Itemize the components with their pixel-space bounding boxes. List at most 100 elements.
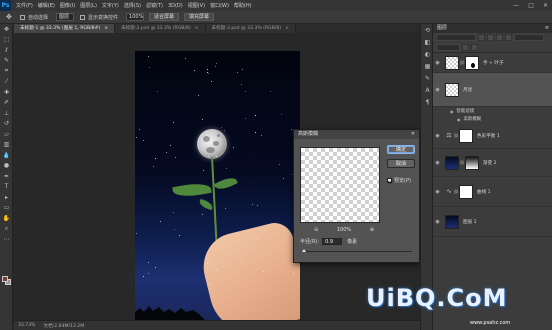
stamp-tool-icon[interactable]: ⊥: [0, 108, 13, 119]
visibility-eye-icon[interactable]: ◉: [433, 219, 442, 225]
menu-image[interactable]: 图像(I): [60, 2, 75, 9]
quick-select-tool-icon[interactable]: ✎: [0, 56, 13, 67]
layer-name[interactable]: 图层 1: [463, 219, 477, 225]
marquee-tool-icon[interactable]: ⬚: [0, 35, 13, 46]
preview-checkbox-row[interactable]: 预览(P): [387, 177, 411, 184]
menu-filter[interactable]: 滤镜(T): [146, 2, 163, 9]
menu-type[interactable]: 文字(Y): [102, 2, 119, 9]
layer-mask-thumbnail[interactable]: [459, 184, 473, 199]
healing-tool-icon[interactable]: ✚: [0, 87, 13, 98]
tab-document-3[interactable]: 未标题-3.psd @ 33.3% (RGB/8) ×: [205, 24, 296, 33]
menu-file[interactable]: 文件(F): [16, 2, 33, 9]
move-tool-icon[interactable]: ✥: [6, 13, 14, 21]
history-brush-tool-icon[interactable]: ↺: [0, 119, 13, 130]
layer-row[interactable]: ◉ ∿ ⛓ 曲线 1: [433, 177, 552, 207]
maximize-icon[interactable]: □: [528, 2, 534, 9]
lock-pixels-icon[interactable]: [471, 43, 478, 51]
layer-name[interactable]: 手 + 叶子: [483, 60, 504, 66]
layer-name[interactable]: 月亮: [463, 87, 472, 93]
zoom-tool-icon[interactable]: ⌕: [0, 224, 13, 235]
visibility-eye-icon[interactable]: ◉: [433, 133, 442, 139]
filter-type-icon[interactable]: [496, 34, 503, 42]
ok-button[interactable]: 确定: [387, 145, 415, 154]
panel-menu-icon[interactable]: ≡: [545, 24, 549, 33]
smart-filters-row[interactable]: ◉ 智能滤镜: [433, 107, 552, 115]
layers-panel-title[interactable]: 图层: [437, 25, 447, 31]
layer-row[interactable]: ◉ ⚖ ⛓ 色彩平衡 1: [433, 123, 552, 149]
move-tool-icon[interactable]: ✥: [0, 24, 13, 35]
radius-input[interactable]: 0.9: [322, 238, 343, 245]
brush-tool-icon[interactable]: ✐: [0, 98, 13, 109]
filter-shape-icon[interactable]: [505, 34, 512, 42]
menu-window[interactable]: 窗口(W): [210, 2, 229, 9]
visibility-eye-icon[interactable]: ◉: [433, 60, 442, 66]
dodge-tool-icon[interactable]: ●: [0, 161, 13, 172]
cancel-button[interactable]: 取消: [387, 159, 415, 168]
tab-document-1[interactable]: 未标题-1 @ 33.3% (图层 1, RGB/8#) ×: [14, 24, 116, 33]
layer-mask-thumbnail[interactable]: [459, 128, 473, 143]
gaussian-blur-filter-row[interactable]: ◉ 高斯模糊: [433, 115, 552, 123]
zoom-in-icon[interactable]: ⊕: [370, 227, 374, 233]
layer-row[interactable]: ◉ 图层 1: [433, 207, 552, 237]
eraser-tool-icon[interactable]: ▱: [0, 129, 13, 140]
menu-help[interactable]: 帮助(H): [234, 2, 252, 9]
foreground-color-swatch[interactable]: [2, 276, 8, 282]
menu-select[interactable]: 选择(S): [124, 2, 141, 9]
eyedropper-tool-icon[interactable]: ⁄: [0, 77, 13, 88]
filter-pixel-icon[interactable]: [478, 34, 485, 42]
more-tools-icon[interactable]: ⋯: [0, 234, 13, 245]
auto-select-target-dropdown[interactable]: 图层: [56, 13, 75, 21]
menu-view[interactable]: 视图(V): [188, 2, 205, 9]
blend-mode-dropdown[interactable]: [514, 34, 544, 42]
layer-name[interactable]: 渐变 2: [483, 160, 497, 166]
crop-tool-icon[interactable]: ⌗: [0, 66, 13, 77]
menu-layer[interactable]: 图层(L): [80, 2, 97, 9]
preview-checkbox[interactable]: [387, 178, 392, 183]
radius-slider-thumb[interactable]: [302, 249, 306, 252]
radius-slider[interactable]: [302, 249, 412, 252]
layer-mask-thumbnail[interactable]: [465, 155, 479, 170]
filter-preview[interactable]: [300, 147, 380, 223]
shape-tool-icon[interactable]: ▭: [0, 203, 13, 214]
opacity-field[interactable]: [436, 43, 460, 51]
layer-row-selected[interactable]: ◉ 月亮: [433, 73, 552, 107]
type-tool-icon[interactable]: T: [0, 182, 13, 193]
layer-row[interactable]: ◉ ⛓ 手 + 叶子: [433, 53, 552, 73]
close-icon[interactable]: ×: [285, 26, 289, 31]
path-select-tool-icon[interactable]: ▸: [0, 192, 13, 203]
filter-adjust-icon[interactable]: [487, 34, 494, 42]
close-icon[interactable]: ✕: [411, 130, 415, 139]
canvas-area[interactable]: 高斯模糊 ✕ 确定 取消 预览(P) ⊖ 100% ⊕ 半径(R): 0.9 像…: [14, 33, 420, 320]
menu-edit[interactable]: 编辑(E): [38, 2, 55, 9]
visibility-eye-icon[interactable]: ◉: [433, 160, 442, 166]
menu-3d[interactable]: 3D(D): [168, 3, 183, 9]
gradient-tool-icon[interactable]: ▥: [0, 140, 13, 151]
show-transform-checkbox[interactable]: [80, 14, 86, 20]
status-zoom[interactable]: 33.73%: [18, 323, 36, 328]
layer-row[interactable]: ◉ ⛓ 渐变 2: [433, 149, 552, 177]
layer-name[interactable]: 色彩平衡 1: [477, 133, 500, 139]
minimize-icon[interactable]: —: [513, 2, 519, 9]
layer-mask-thumbnail[interactable]: [465, 55, 479, 70]
layer-name[interactable]: 曲线 1: [477, 189, 491, 195]
pen-tool-icon[interactable]: ✒: [0, 171, 13, 182]
close-icon[interactable]: ×: [195, 26, 199, 31]
photoshop-logo-icon[interactable]: Ps: [0, 0, 11, 11]
close-icon[interactable]: ✕: [543, 2, 548, 9]
lasso-tool-icon[interactable]: ℓ: [0, 45, 13, 56]
lock-icon[interactable]: [462, 43, 469, 51]
visibility-eye-icon[interactable]: ◉: [450, 109, 454, 114]
layer-filter-field[interactable]: [436, 34, 476, 42]
fill-screen-button[interactable]: 填充屏幕: [184, 13, 215, 21]
zoom-field[interactable]: 100%: [126, 13, 145, 21]
zoom-out-icon[interactable]: ⊖: [314, 227, 318, 233]
close-icon[interactable]: ×: [104, 26, 108, 31]
visibility-eye-icon[interactable]: ◉: [433, 189, 442, 195]
auto-select-checkbox[interactable]: [20, 14, 25, 20]
tab-document-2[interactable]: 未标题-2.psd @ 33.3% (RGB/8) ×: [115, 24, 206, 33]
visibility-eye-icon[interactable]: ◉: [433, 87, 442, 93]
blur-tool-icon[interactable]: 💧: [0, 150, 13, 161]
visibility-eye-icon[interactable]: ◉: [457, 117, 461, 122]
fit-screen-button[interactable]: 适合屏幕: [149, 13, 180, 21]
document-canvas[interactable]: [135, 51, 300, 320]
